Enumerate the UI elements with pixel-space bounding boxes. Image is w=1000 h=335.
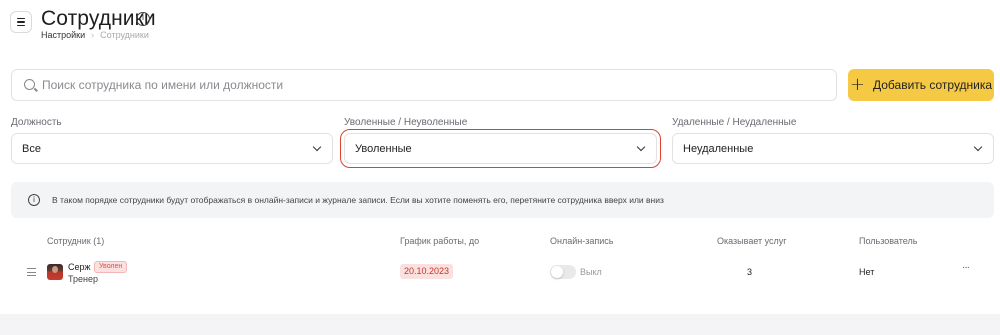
add-employee-label: Добавить сотрудника [873, 78, 993, 92]
chevron-down-icon [636, 142, 646, 152]
column-header-employee: Сотрудник (1) [47, 236, 105, 246]
page-header: Сотрудники i Настройки › Сотрудники [0, 0, 1000, 52]
search-box[interactable] [11, 69, 837, 101]
filter-position-label: Должность [11, 117, 62, 128]
plus-icon: + [849, 74, 865, 95]
search-icon [24, 79, 35, 90]
column-header-online: Онлайн-запись [550, 236, 614, 246]
filter-fired-select[interactable]: Уволенные [340, 129, 661, 168]
column-header-services: Оказывает услуг [717, 236, 787, 246]
filter-deleted-label: Удаленные / Неудаленные [672, 117, 797, 128]
order-notice: i В таком порядке сотрудники будут отобр… [11, 182, 994, 218]
breadcrumb: Настройки › Сотрудники [41, 30, 149, 40]
info-icon: i [28, 194, 40, 206]
menu-icon[interactable] [10, 11, 32, 33]
employee-role: Тренер [68, 274, 98, 284]
info-icon[interactable]: i [136, 12, 150, 26]
online-booking-label: Выкл [580, 267, 602, 277]
filter-position-select[interactable]: Все [11, 133, 333, 164]
filter-position-value: Все [22, 142, 41, 155]
chevron-down-icon [973, 142, 983, 152]
main-content: + Добавить сотрудника Должность Все Увол… [0, 52, 1000, 314]
breadcrumb-item-current: Сотрудники [100, 30, 149, 40]
filter-deleted-select[interactable]: Неудаленные [672, 133, 994, 164]
services-count: 3 [747, 267, 753, 277]
employee-name[interactable]: Серж [68, 262, 91, 272]
avatar [47, 264, 63, 280]
search-input[interactable] [42, 70, 822, 100]
status-badge: Уволен [94, 261, 128, 273]
drag-handle-icon[interactable] [27, 268, 36, 276]
more-options-icon[interactable]: ··· [962, 262, 970, 273]
breadcrumb-item-settings[interactable]: Настройки [41, 30, 85, 40]
filter-deleted-value: Неудаленные [683, 142, 754, 155]
notice-text: В таком порядке сотрудники будут отображ… [52, 195, 664, 205]
filter-fired-value: Уволенные [355, 142, 412, 155]
schedule-date: 20.10.2023 [400, 264, 454, 279]
chevron-down-icon [312, 142, 322, 152]
column-header-user: Пользователь [859, 236, 918, 246]
filter-fired-label: Уволенные / Неуволенные [344, 117, 468, 128]
chevron-right-icon: › [91, 30, 95, 40]
online-booking-toggle[interactable] [550, 265, 576, 279]
user-value: Нет [859, 267, 875, 277]
column-header-schedule: График работы, до [400, 236, 480, 246]
add-employee-button[interactable]: + Добавить сотрудника [848, 69, 994, 101]
